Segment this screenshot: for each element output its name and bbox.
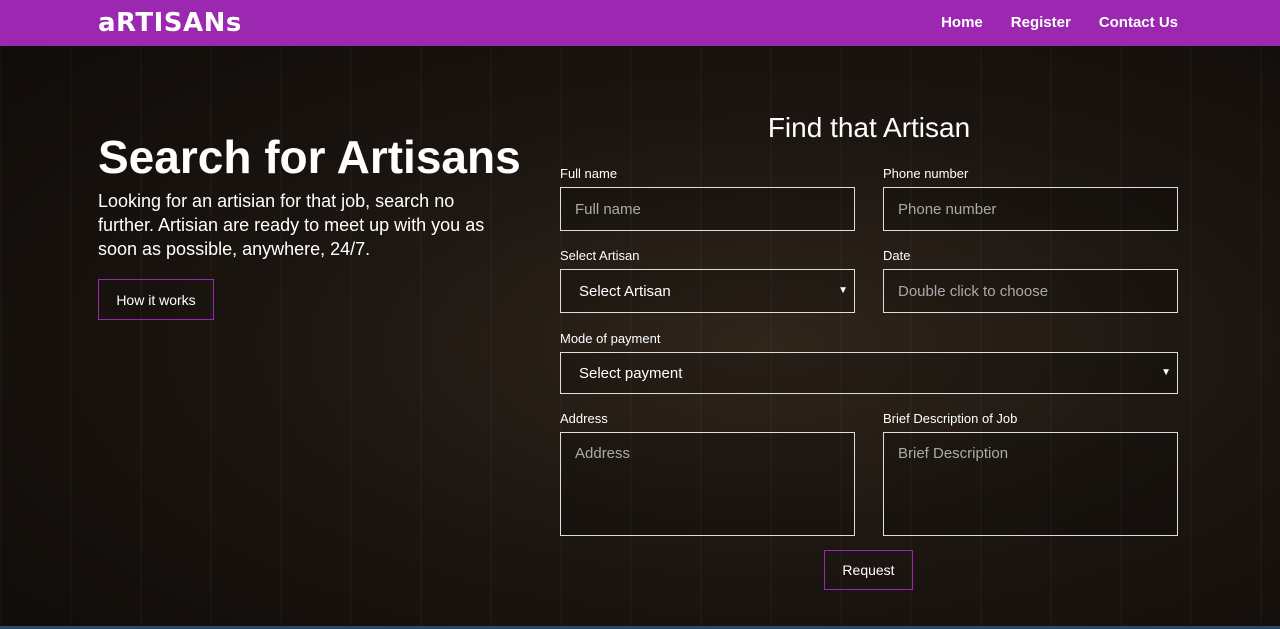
request-button[interactable]: Request <box>824 550 913 590</box>
hero-description: Looking for an artisian for that job, se… <box>98 191 485 259</box>
nav-register[interactable]: Register <box>1011 14 1071 31</box>
top-navbar: aRTISANs Home Register Contact Us <box>0 0 1280 46</box>
address-textarea[interactable] <box>560 432 855 536</box>
date-label: Date <box>883 248 911 263</box>
caret-down-icon: ▼ <box>1161 366 1171 378</box>
form-title: Find that Artisan <box>767 112 971 143</box>
main-nav: Home Register Contact Us <box>941 14 1178 31</box>
date-input[interactable] <box>883 269 1178 313</box>
payment-select[interactable]: Select payment ▼ <box>560 352 1178 394</box>
brand-logo[interactable]: aRTISANs <box>98 8 242 38</box>
full-name-input[interactable] <box>560 187 855 231</box>
hero-title: Search for Artisans <box>98 131 521 183</box>
address-label: Address <box>560 411 608 426</box>
nav-home[interactable]: Home <box>941 14 983 31</box>
description-textarea[interactable] <box>883 432 1178 536</box>
artisan-select-value: Select Artisan <box>579 282 671 300</box>
how-it-works-button[interactable]: How it works <box>98 279 214 320</box>
phone-number-input[interactable] <box>883 187 1178 231</box>
payment-label: Mode of payment <box>560 331 661 346</box>
artisan-select[interactable]: Select Artisan ▼ <box>560 269 855 313</box>
payment-select-value: Select payment <box>579 364 683 382</box>
caret-down-icon: ▼ <box>838 284 848 296</box>
full-name-label: Full name <box>560 166 618 181</box>
select-artisan-label: Select Artisan <box>560 248 640 263</box>
description-label: Brief Description of Job <box>883 411 1018 426</box>
phone-number-label: Phone number <box>883 166 969 181</box>
nav-contact-us[interactable]: Contact Us <box>1099 14 1178 31</box>
